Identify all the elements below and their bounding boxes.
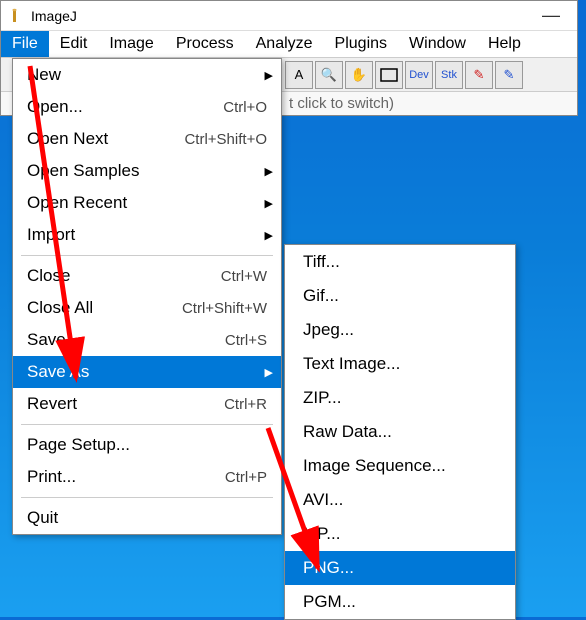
sub-gif[interactable]: Gif...	[285, 279, 515, 313]
menu-item-close-all[interactable]: Close AllCtrl+Shift+W	[13, 292, 281, 324]
menu-image[interactable]: Image	[98, 31, 164, 57]
sub-raw-data[interactable]: Raw Data...	[285, 415, 515, 449]
stk-button[interactable]: Stk	[435, 61, 463, 89]
menu-item-save-as[interactable]: Save As▶	[13, 356, 281, 388]
sub-image-sequence[interactable]: Image Sequence...	[285, 449, 515, 483]
menu-item-page-setup[interactable]: Page Setup...	[13, 429, 281, 461]
chevron-right-icon: ▶	[265, 165, 273, 178]
chevron-right-icon: ▶	[265, 366, 273, 379]
rect-tool-icon[interactable]	[375, 61, 403, 89]
menu-process[interactable]: Process	[165, 31, 245, 57]
menu-item-open-samples[interactable]: Open Samples▶	[13, 155, 281, 187]
text-tool-icon[interactable]: A	[285, 61, 313, 89]
chevron-right-icon: ▶	[265, 229, 273, 242]
menubar: File Edit Image Process Analyze Plugins …	[1, 31, 577, 58]
hand-tool-icon[interactable]: ✋	[345, 61, 373, 89]
menu-item-import[interactable]: Import▶	[13, 219, 281, 251]
menu-file[interactable]: File	[1, 31, 49, 57]
menu-item-open-recent[interactable]: Open Recent▶	[13, 187, 281, 219]
sub-pgm[interactable]: PGM...	[285, 585, 515, 619]
menu-edit[interactable]: Edit	[49, 31, 99, 57]
sub-zip[interactable]: ZIP...	[285, 381, 515, 415]
zoom-tool-icon[interactable]: 🔍	[315, 61, 343, 89]
minimize-button[interactable]: —	[531, 5, 571, 26]
sub-bmp[interactable]: MP...	[285, 517, 515, 551]
titlebar: ImageJ —	[1, 1, 577, 31]
menu-help[interactable]: Help	[477, 31, 532, 57]
sub-jpeg[interactable]: Jpeg...	[285, 313, 515, 347]
menu-item-open[interactable]: Open...Ctrl+O	[13, 91, 281, 123]
menu-separator	[21, 424, 273, 425]
brush-tool-icon[interactable]: ✎	[465, 61, 493, 89]
menu-item-save[interactable]: SaveCtrl+S	[13, 324, 281, 356]
file-dropdown: New▶ Open...Ctrl+O Open NextCtrl+Shift+O…	[12, 58, 282, 535]
menu-separator	[21, 255, 273, 256]
titlebar-title: ImageJ	[31, 8, 531, 24]
brush2-tool-icon[interactable]: ✎	[495, 61, 523, 89]
sub-text-image[interactable]: Text Image...	[285, 347, 515, 381]
menu-analyze[interactable]: Analyze	[245, 31, 324, 57]
menu-item-open-next[interactable]: Open NextCtrl+Shift+O	[13, 123, 281, 155]
app-icon	[7, 8, 23, 24]
sub-png[interactable]: PNG...	[285, 551, 515, 585]
menu-item-quit[interactable]: Quit	[13, 502, 281, 534]
chevron-right-icon: ▶	[265, 69, 273, 82]
menu-window[interactable]: Window	[398, 31, 477, 57]
menu-item-print[interactable]: Print...Ctrl+P	[13, 461, 281, 493]
menu-item-new[interactable]: New▶	[13, 59, 281, 91]
menu-plugins[interactable]: Plugins	[324, 31, 398, 57]
sub-tiff[interactable]: Tiff...	[285, 245, 515, 279]
menu-item-revert[interactable]: RevertCtrl+R	[13, 388, 281, 420]
dev-button[interactable]: Dev	[405, 61, 433, 89]
menu-item-close[interactable]: CloseCtrl+W	[13, 260, 281, 292]
saveas-submenu: Tiff... Gif... Jpeg... Text Image... ZIP…	[284, 244, 516, 620]
chevron-right-icon: ▶	[265, 197, 273, 210]
menu-separator	[21, 497, 273, 498]
sub-avi[interactable]: AVI...	[285, 483, 515, 517]
